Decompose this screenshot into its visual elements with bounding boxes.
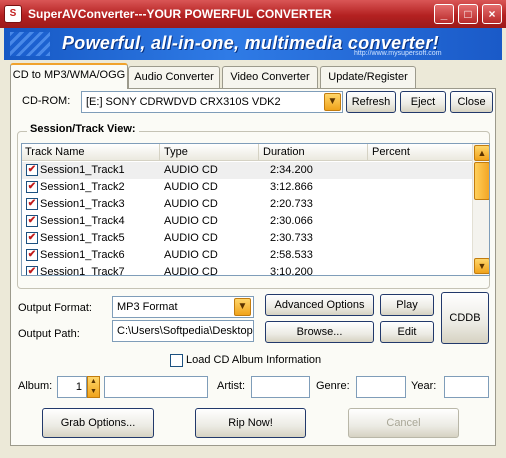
spin-down-icon[interactable]: ▼ (88, 387, 99, 397)
cdrom-drive-select[interactable]: [E:] SONY CDRWDVD CRX310S VDK2 (81, 91, 343, 113)
close-cd-button[interactable]: Close (450, 91, 493, 113)
track-list[interactable]: Track Name Type Duration Percent ✔ Sessi… (21, 143, 490, 276)
table-row[interactable]: ✔ Session1_Track5 AUDIO CD 2:30.733 (22, 230, 472, 247)
table-row[interactable]: ✔ Session1_Track3 AUDIO CD 2:20.733 (22, 196, 472, 213)
play-button[interactable]: Play (380, 294, 434, 316)
track-checkbox[interactable]: ✔ (26, 164, 38, 176)
table-row[interactable]: ✔ Session1_Track4 AUDIO CD 2:30.066 (22, 213, 472, 230)
edit-button[interactable]: Edit (380, 321, 434, 343)
spin-up-icon[interactable]: ▲ (88, 377, 99, 387)
tab-update-register[interactable]: Update/Register (320, 66, 416, 88)
track-duration: 2:58.533 (270, 249, 313, 261)
scrollbar-thumb[interactable] (474, 162, 489, 200)
column-type[interactable]: Type (161, 144, 259, 161)
banner-decoration (10, 32, 50, 56)
chevron-down-icon[interactable]: ▼ (234, 298, 251, 316)
track-type: AUDIO CD (164, 266, 218, 276)
track-view-title: Session/Track View: (27, 123, 139, 135)
tab-cd-to-mp3[interactable]: CD to MP3/WMA/OGG (10, 63, 128, 89)
table-row[interactable]: ✔ Session1_Track6 AUDIO CD 2:58.533 (22, 247, 472, 264)
table-row[interactable]: ✔ Session1_Track1 AUDIO CD 2:34.200 (22, 162, 472, 179)
cddb-button[interactable]: CDDB (441, 292, 489, 344)
album-label: Album: (18, 380, 53, 392)
track-name: Session1_Track7 (40, 266, 125, 276)
tab-video-converter[interactable]: Video Converter (222, 66, 318, 88)
load-album-checkbox[interactable] (170, 354, 183, 367)
track-duration: 2:30.733 (270, 232, 313, 244)
album-number-value: 1 (75, 381, 82, 393)
load-album-label: Load CD Album Information (186, 354, 322, 366)
track-list-header: Track Name Type Duration Percent (22, 144, 472, 161)
cdrom-label: CD-ROM: (22, 95, 71, 107)
artist-label: Artist: (217, 380, 246, 392)
track-checkbox[interactable]: ✔ (26, 198, 38, 210)
artist-field[interactable] (251, 376, 310, 398)
minimize-button[interactable]: _ (434, 4, 454, 24)
track-name: Session1_Track5 (40, 232, 125, 244)
album-number-field[interactable]: 1 (57, 376, 87, 398)
track-type: AUDIO CD (164, 164, 218, 176)
app-logo-icon: S (4, 5, 22, 23)
eject-button[interactable]: Eject (400, 91, 446, 113)
cdrom-drive-value: [E:] SONY CDRWDVD CRX310S VDK2 (86, 96, 281, 108)
track-checkbox[interactable]: ✔ (26, 181, 38, 193)
close-window-button[interactable]: × (482, 4, 502, 24)
browse-button[interactable]: Browse... (265, 321, 374, 343)
output-format-value: MP3 Format (117, 301, 178, 313)
banner-url: http://www.mysupersoft.com (354, 50, 442, 57)
cancel-button[interactable]: Cancel (348, 408, 459, 438)
maximize-button[interactable]: □ (458, 4, 478, 24)
track-type: AUDIO CD (164, 181, 218, 193)
track-list-scrollbar[interactable]: ▲ ▼ (472, 144, 489, 275)
output-path-value: C:\Users\Softpedia\Desktop (117, 325, 253, 337)
track-name: Session1_Track4 (40, 215, 125, 227)
track-checkbox[interactable]: ✔ (26, 232, 38, 244)
chevron-down-icon[interactable]: ▼ (324, 93, 341, 111)
track-duration: 2:34.200 (270, 164, 313, 176)
track-type: AUDIO CD (164, 215, 218, 227)
rip-now-button[interactable]: Rip Now! (195, 408, 306, 438)
grab-options-button[interactable]: Grab Options... (42, 408, 154, 438)
year-field[interactable] (444, 376, 489, 398)
track-duration: 3:12.866 (270, 181, 313, 193)
refresh-button[interactable]: Refresh (346, 91, 396, 113)
track-duration: 2:20.733 (270, 198, 313, 210)
output-path-label: Output Path: (18, 328, 80, 340)
album-number-stepper[interactable]: ▲ ▼ (87, 376, 100, 398)
track-type: AUDIO CD (164, 198, 218, 210)
track-type: AUDIO CD (164, 232, 218, 244)
advanced-options-button[interactable]: Advanced Options (265, 294, 374, 316)
scroll-up-icon[interactable]: ▲ (474, 145, 489, 161)
track-checkbox[interactable]: ✔ (26, 249, 38, 261)
track-duration: 2:30.066 (270, 215, 313, 227)
header-banner: Powerful, all-in-one, multimedia convert… (4, 28, 502, 60)
table-row[interactable]: ✔ Session1_Track2 AUDIO CD 3:12.866 (22, 179, 472, 196)
window-title: SuperAVConverter---YOUR POWERFUL CONVERT… (28, 7, 332, 21)
tab-audio-converter[interactable]: Audio Converter (128, 66, 220, 88)
table-row[interactable]: ✔ Session1_Track7 AUDIO CD 3:10.200 (22, 264, 472, 276)
column-duration[interactable]: Duration (260, 144, 368, 161)
track-name: Session1_Track3 (40, 198, 125, 210)
track-checkbox[interactable]: ✔ (26, 215, 38, 227)
year-label: Year: (411, 380, 437, 392)
track-name: Session1_Track2 (40, 181, 125, 193)
genre-label: Genre: (316, 380, 350, 392)
album-name-field[interactable] (104, 376, 208, 398)
track-checkbox[interactable]: ✔ (26, 266, 38, 275)
track-name: Session1_Track1 (40, 164, 125, 176)
output-path-field[interactable]: C:\Users\Softpedia\Desktop (112, 320, 254, 342)
scroll-down-icon[interactable]: ▼ (474, 258, 489, 274)
genre-field[interactable] (356, 376, 406, 398)
track-name: Session1_Track6 (40, 249, 125, 261)
column-track-name[interactable]: Track Name (22, 144, 160, 161)
track-duration: 3:10.200 (270, 266, 313, 276)
output-format-label: Output Format: (18, 302, 92, 314)
track-type: AUDIO CD (164, 249, 218, 261)
column-percent[interactable]: Percent (369, 144, 472, 161)
output-format-select[interactable]: MP3 Format (112, 296, 254, 318)
